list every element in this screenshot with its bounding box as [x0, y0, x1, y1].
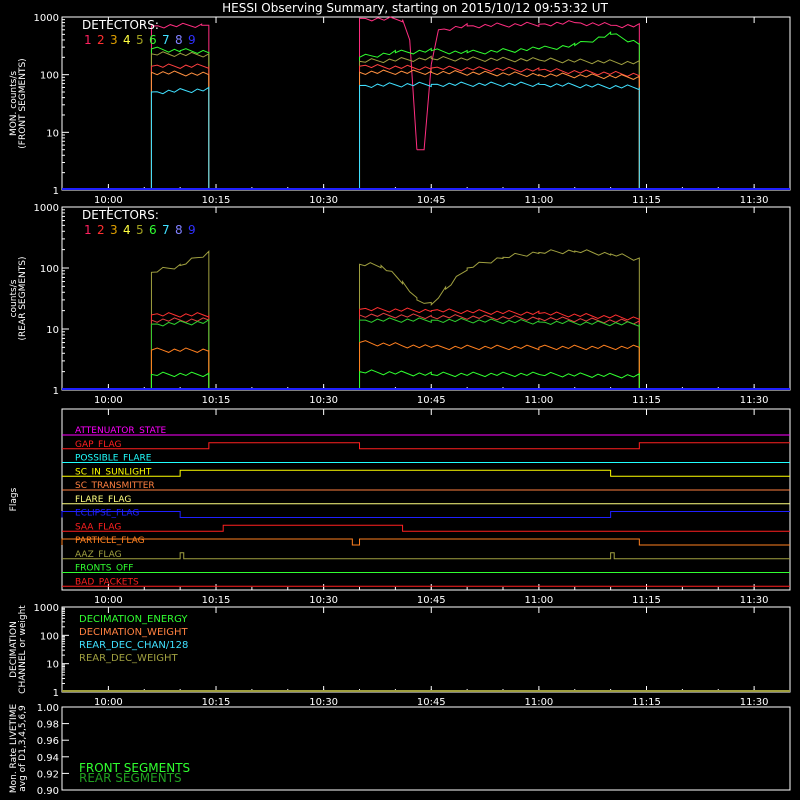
panel-2-ytick-label: 1: [53, 386, 59, 397]
panel-2-xtick-label: 11:00: [524, 395, 553, 406]
panel-1-xtick-label: 10:00: [94, 195, 123, 206]
panel-1-xtick-label: 11:30: [740, 195, 769, 206]
panel-4-ylabel: CHANNEL or weight: [18, 605, 28, 694]
panel-2-series-rear_orange: [150, 340, 640, 390]
panel-3-xtick-label: 10:30: [309, 595, 338, 606]
panel-5-ytick-label: 0.94: [37, 753, 59, 764]
livetime-legend-item: REAR SEGMENTS: [79, 771, 182, 785]
panel-4-ytick-label: 100: [40, 631, 59, 642]
decimation-legend-item: REAR_DEC_CHAN/128: [79, 640, 188, 651]
panel-4-ytick-label: 1000: [34, 603, 59, 614]
panel-2-xtick-label: 11:30: [740, 395, 769, 406]
flag-trace: [62, 469, 790, 477]
panel-2-ylabel: (REAR SEGMENTS): [18, 256, 28, 340]
panel-3-xtick-label: 10:45: [417, 595, 446, 606]
panel-3-xtick-label: 11:15: [632, 595, 661, 606]
panel-4-xtick-label: 10:00: [94, 697, 123, 708]
panel-2-xtick-label: 10:15: [202, 395, 231, 406]
panel-3-frame: [61, 408, 791, 591]
panel-1-series-front_red: [150, 63, 640, 190]
panel-1-legend-detector-1: 1: [84, 33, 92, 47]
panel-1-ytick-label: 100: [40, 71, 59, 82]
panel-4-xtick-label: 10:45: [417, 697, 446, 708]
panel-1-legend-detector-9: 9: [188, 33, 196, 47]
panel-1-legend-title: DETECTORS:: [82, 18, 159, 32]
flag-trace: [62, 442, 790, 450]
panel-2-legend-detector-9: 9: [188, 223, 196, 237]
panel-1-ylabel: (FRONT SEGMENTS): [18, 58, 28, 148]
panel-3-xtick-label: 11:30: [740, 595, 769, 606]
panel-2-xtick-label: 10:00: [94, 395, 123, 406]
panel-1-series-front_top: [150, 16, 640, 190]
flag-label: PARTICLE_FLAG: [75, 536, 145, 546]
panel-2-series-rear_red2: [150, 312, 640, 390]
decimation-legend-item: DECIMATION_WEIGHT: [79, 627, 188, 638]
panel-5-ytick-label: 0.96: [37, 736, 59, 747]
flag-label: ECLIPSE_FLAG: [75, 509, 139, 519]
panel-1-frame: [61, 16, 791, 191]
observing-summary-figure: HESSI Observing Summary, starting on 201…: [9, 1, 791, 797]
panel-2-ytick-label: 100: [40, 264, 59, 275]
panel-2-legend-detector-7: 7: [162, 223, 170, 237]
panel-2-legend-detector-4: 4: [123, 223, 131, 237]
panel-1-ytick-label: 1: [53, 186, 59, 197]
panel-5-ytick-label: 1.00: [37, 703, 59, 714]
panel-1-xtick-label: 11:00: [524, 195, 553, 206]
figure-title: HESSI Observing Summary, starting on 201…: [222, 1, 608, 15]
panel-1-xtick-label: 10:15: [202, 195, 231, 206]
panel-4-xtick-label: 11:30: [740, 697, 769, 708]
panel-2-legend-detector-1: 1: [84, 223, 92, 237]
panel-5-ytick-label: 0.98: [37, 720, 59, 731]
panel-3-ylabel: Flags: [9, 487, 19, 511]
panel-4-xtick-label: 11:00: [524, 697, 553, 708]
decimation-legend-item: DECIMATION_ENERGY: [79, 614, 188, 625]
panel-4-ytick-label: 1: [53, 688, 59, 699]
panel-2-legend-detector-2: 2: [97, 223, 105, 237]
panel-1-xtick-label: 10:30: [309, 195, 338, 206]
panel-1-series-front_cyan: [150, 81, 640, 190]
panel-1-legend-detector-6: 6: [149, 33, 157, 47]
panel-1-xtick-label: 11:15: [632, 195, 661, 206]
panel-2-series-rear_green_low: [150, 369, 640, 390]
panel-3-xtick-label: 11:00: [524, 595, 553, 606]
panel-1-ytick-label: 1000: [34, 13, 59, 24]
panel-2-xtick-label: 11:15: [632, 395, 661, 406]
panel-2-frame: [61, 206, 791, 391]
panel-1-legend-detector-2: 2: [97, 33, 105, 47]
flag-trace: [62, 552, 790, 560]
flag-trace: [61, 538, 790, 546]
panel-3-xtick-label: 10:15: [202, 595, 231, 606]
panel-5-ytick-label: 0.92: [37, 769, 59, 780]
panel-1-series-front_orange: [150, 69, 640, 190]
panel-2-xtick-label: 10:45: [417, 395, 446, 406]
panel-1-legend-detector-8: 8: [175, 33, 183, 47]
panel-1-legend-detector-5: 5: [136, 33, 144, 47]
panel-4-xtick-label: 10:30: [309, 697, 338, 708]
panel-2-legend-detector-5: 5: [136, 223, 144, 237]
panel-4-xtick-label: 11:15: [632, 697, 661, 708]
decimation-legend-item: REAR_DEC_WEIGHT: [79, 653, 178, 664]
flag-trace: [61, 511, 790, 518]
panel-2-xtick-label: 10:30: [309, 395, 338, 406]
panel-1-legend-detector-4: 4: [123, 33, 131, 47]
panel-5-ylabel: avg of D1,3,4,5,6,9: [18, 705, 28, 792]
panel-1-legend-detector-7: 7: [162, 33, 170, 47]
panel-1-ytick-label: 10: [46, 128, 59, 139]
panel-5-ytick-label: 0.90: [37, 786, 59, 797]
panel-4-ytick-label: 10: [46, 660, 59, 671]
panel-1-legend-detector-3: 3: [110, 33, 118, 47]
panel-4-xtick-label: 10:15: [202, 697, 231, 708]
panel-2-ytick-label: 10: [46, 325, 59, 336]
panel-2-legend-detector-8: 8: [175, 223, 183, 237]
panel-3-xtick-label: 10:00: [94, 595, 123, 606]
panel-1-xtick-label: 10:45: [417, 195, 446, 206]
panel-2-legend-title: DETECTORS:: [82, 208, 159, 222]
panel-1-series-front_green: [150, 31, 640, 190]
panel-2-series-rear_green: [150, 317, 640, 390]
panel-2-legend-detector-3: 3: [110, 223, 118, 237]
panel-2-legend-detector-6: 6: [149, 223, 157, 237]
panel-2-ytick-label: 1000: [34, 203, 59, 214]
flag-trace: [62, 524, 790, 532]
